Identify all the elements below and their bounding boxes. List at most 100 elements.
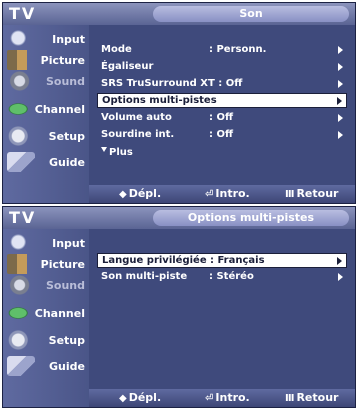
- menu-item-name: Égaliseur: [101, 61, 154, 72]
- menu-item-name: SRS TruSurround XT : Off: [101, 78, 243, 89]
- sidebar-item-label: Setup: [48, 130, 85, 143]
- channel-icon: [7, 99, 35, 119]
- arrow-right-icon: [338, 80, 343, 88]
- menu-item-value: : Stéréo: [209, 271, 254, 282]
- enter-label: Intro.: [215, 187, 250, 200]
- sound-icon: [7, 71, 35, 91]
- menu-list: Mode : Personn. Égaliseur SRS TruSurroun…: [97, 27, 349, 177]
- enter-hint: ⏎ Intro.: [205, 391, 250, 404]
- sidebar-item-guide[interactable]: Guide: [7, 152, 87, 172]
- sidebar-item-picture[interactable]: Picture: [7, 50, 87, 70]
- return-hint: Ⅲ Retour: [285, 391, 338, 404]
- sidebar-item-label: Picture: [40, 258, 85, 271]
- up-down-icon: ◆: [119, 189, 127, 200]
- sidebar-item-label: Guide: [49, 156, 85, 169]
- sidebar: Input Picture Sound Channel Setup Guide: [3, 25, 89, 203]
- menu-item-langue-privilegiee[interactable]: Langue privilégiée : Français: [97, 253, 347, 268]
- sidebar-item-channel[interactable]: Channel: [7, 303, 87, 323]
- menu-item-egaliseur[interactable]: Égaliseur: [97, 60, 347, 75]
- arrow-right-icon: [338, 46, 343, 54]
- arrow-down-icon: [101, 146, 107, 152]
- arrow-right-icon: [337, 257, 342, 265]
- menu-item-value: : Off: [209, 112, 234, 123]
- tv-label: TV: [9, 4, 37, 23]
- menu-item-sourdine-int[interactable]: Sourdine int. : Off: [97, 128, 347, 143]
- menu-item-value: : Français: [210, 255, 265, 266]
- menu-item-value: : Personn.: [209, 44, 267, 55]
- guide-icon: [7, 152, 35, 172]
- up-down-icon: ◆: [119, 393, 127, 404]
- menu-item-son-multi-piste[interactable]: Son multi-piste : Stéréo: [97, 270, 347, 285]
- sidebar-item-input[interactable]: Input: [7, 29, 87, 49]
- menu-item-name: Langue privilégiée: [102, 255, 207, 266]
- sidebar-item-sound[interactable]: Sound: [7, 71, 87, 91]
- footer-bar: ◆ Dépl. ⏎ Intro. Ⅲ Retour: [89, 185, 355, 203]
- menu-header: TV Options multi-pistes: [3, 207, 355, 229]
- picture-icon: [7, 50, 35, 70]
- menu-item-mode[interactable]: Mode : Personn.: [97, 43, 347, 58]
- menu-title: Son: [153, 6, 349, 22]
- sidebar-item-label: Sound: [45, 75, 85, 88]
- input-icon: [7, 233, 35, 253]
- menu-item-name: Options multi-pistes: [102, 95, 217, 106]
- sidebar-item-input[interactable]: Input: [7, 233, 87, 253]
- arrow-right-icon: [338, 114, 343, 122]
- return-label: Retour: [296, 187, 339, 200]
- enter-label: Intro.: [215, 391, 250, 404]
- more-label: Plus: [109, 147, 133, 158]
- sidebar-item-label: Channel: [34, 103, 85, 116]
- more-item[interactable]: Plus: [101, 146, 133, 158]
- sidebar-item-channel[interactable]: Channel: [7, 99, 87, 119]
- setup-icon: [7, 330, 35, 350]
- menu-item-name: Volume auto: [101, 112, 172, 123]
- return-hint: Ⅲ Retour: [285, 187, 338, 200]
- sidebar-item-setup[interactable]: Setup: [7, 330, 87, 350]
- footer-bar: ◆ Dépl. ⏎ Intro. Ⅲ Retour: [89, 389, 355, 407]
- arrow-right-icon: [338, 63, 343, 71]
- sidebar-item-label: Input: [52, 237, 85, 250]
- guide-icon: [7, 356, 35, 376]
- sidebar-item-label: Setup: [48, 334, 85, 347]
- move-hint: ◆ Dépl.: [119, 187, 161, 200]
- channel-icon: [7, 303, 35, 323]
- sidebar-item-picture[interactable]: Picture: [7, 254, 87, 274]
- menu-item-name: Mode: [101, 44, 132, 55]
- return-icon: Ⅲ: [285, 189, 295, 200]
- sidebar-item-label: Sound: [45, 279, 85, 292]
- return-icon: Ⅲ: [285, 393, 295, 404]
- menu-item-value: : Off: [209, 129, 234, 140]
- picture-icon: [7, 254, 35, 274]
- tv-menu-screen-options-multi-pistes: TV Options multi-pistes Input Picture So…: [2, 206, 356, 408]
- return-label: Retour: [296, 391, 339, 404]
- sound-icon: [7, 275, 35, 295]
- sidebar-item-sound[interactable]: Sound: [7, 275, 87, 295]
- input-icon: [7, 29, 35, 49]
- enter-icon: ⏎: [205, 189, 214, 200]
- enter-hint: ⏎ Intro.: [205, 187, 250, 200]
- menu-item-name: Son multi-piste: [101, 271, 188, 282]
- menu-list: Langue privilégiée : Français Son multi-…: [97, 231, 349, 381]
- sidebar-item-setup[interactable]: Setup: [7, 126, 87, 146]
- menu-title: Options multi-pistes: [153, 210, 349, 226]
- tv-label: TV: [9, 208, 37, 227]
- sidebar-item-label: Guide: [49, 360, 85, 373]
- move-label: Dépl.: [128, 391, 162, 404]
- menu-item-name: Sourdine int.: [101, 129, 175, 140]
- sidebar-item-label: Picture: [40, 54, 85, 67]
- menu-header: TV Son: [3, 3, 355, 25]
- arrow-right-icon: [338, 131, 343, 139]
- tv-menu-screen-son: TV Son Input Picture Sound Channel Setup…: [2, 2, 356, 204]
- move-hint: ◆ Dépl.: [119, 391, 161, 404]
- sidebar: Input Picture Sound Channel Setup Guide: [3, 229, 89, 407]
- move-label: Dépl.: [128, 187, 162, 200]
- arrow-right-icon: [338, 273, 343, 281]
- arrow-right-icon: [337, 97, 342, 105]
- sidebar-item-label: Channel: [34, 307, 85, 320]
- setup-icon: [7, 126, 35, 146]
- menu-item-options-multi-pistes[interactable]: Options multi-pistes: [97, 93, 347, 108]
- sidebar-item-label: Input: [52, 33, 85, 46]
- menu-item-srs-trusurround[interactable]: SRS TruSurround XT : Off: [97, 77, 347, 92]
- enter-icon: ⏎: [205, 393, 214, 404]
- menu-item-volume-auto[interactable]: Volume auto : Off: [97, 111, 347, 126]
- sidebar-item-guide[interactable]: Guide: [7, 356, 87, 376]
